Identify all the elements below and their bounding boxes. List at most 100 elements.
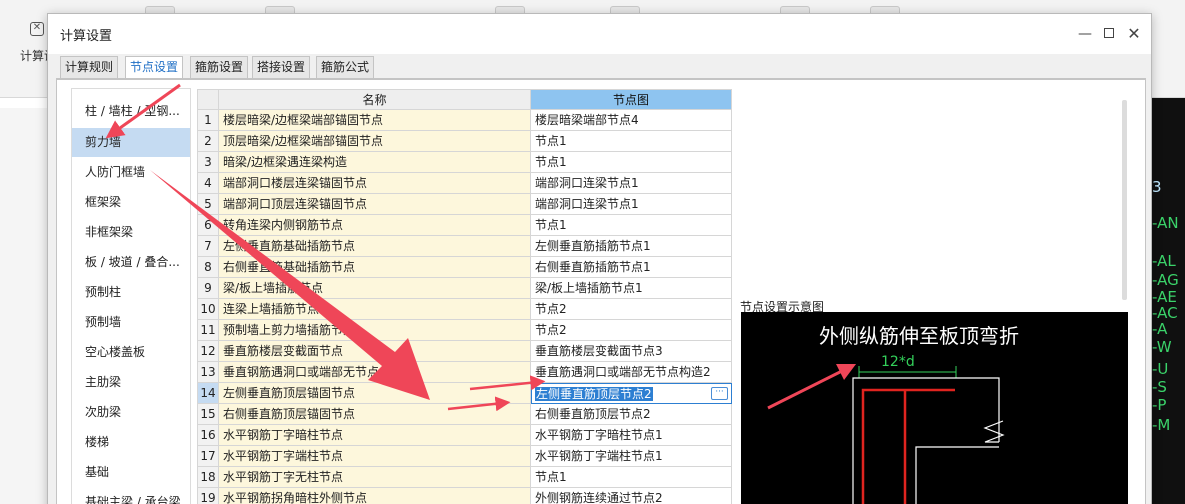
category-precast-wall[interactable]: 预制墙 [72,308,190,337]
row-index[interactable]: 10 [197,299,219,320]
row-index[interactable]: 16 [197,425,219,446]
table-row[interactable]: 13 垂直钢筋遇洞口或端部无节点 垂直筋遇洞口或端部无节点构造2 [197,362,733,383]
row-node-cell[interactable]: 节点1 [531,131,732,152]
table-row[interactable]: 15 右侧垂直筋顶层锚固节点 右侧垂直筋顶层节点2 [197,404,733,425]
row-index[interactable]: 2 [197,131,219,152]
row-node-cell[interactable]: 节点1 [531,215,732,236]
row-node-cell[interactable]: 右侧垂直筋顶层节点2 [531,404,732,425]
minimize-button[interactable]: — [1073,22,1097,46]
row-index[interactable]: 14 [197,383,219,404]
node-value-selected[interactable]: 左侧垂直筋顶层节点2 [535,387,653,401]
row-index[interactable]: 7 [197,236,219,257]
row-node-cell[interactable]: 垂直筋楼层变截面节点3 [531,341,732,362]
table-row[interactable]: 18 水平钢筋丁字无柱节点 节点1 [197,467,733,488]
row-name-cell[interactable]: 端部洞口楼层连梁锚固节点 [219,173,531,194]
table-row[interactable]: 4 端部洞口楼层连梁锚固节点 端部洞口连梁节点1 [197,173,733,194]
table-row[interactable]: 5 端部洞口顶层连梁锚固节点 端部洞口连梁节点1 [197,194,733,215]
table-row[interactable]: 11 预制墙上剪力墙插筋节点 节点2 [197,320,733,341]
category-civil-defense-door-wall[interactable]: 人防门框墙 [72,158,190,187]
table-row[interactable]: 12 垂直筋楼层变截面节点 垂直筋楼层变截面节点3 [197,341,733,362]
row-index[interactable]: 13 [197,362,219,383]
category-slab[interactable]: 板 / 坡道 / 叠合... [72,248,190,277]
table-row[interactable]: 19 水平钢筋拐角暗柱外侧节点 外侧钢筋连续通过节点2 [197,488,733,504]
row-name-cell[interactable]: 暗梁/边框梁遇连梁构造 [219,152,531,173]
table-row[interactable]: 7 左侧垂直筋基础插筋节点 左侧垂直筋插筋节点1 [197,236,733,257]
table-scrollbar[interactable] [1122,100,1127,300]
row-node-cell[interactable]: 节点2 [531,299,732,320]
node-picker-button[interactable]: ··· [711,387,728,400]
category-foundation-beam[interactable]: 基础主梁 / 承台梁 [72,488,190,504]
row-index[interactable]: 12 [197,341,219,362]
table-row[interactable]: 14 左侧垂直筋顶层锚固节点 左侧垂直筋顶层节点2 ··· [197,383,733,404]
category-secondary-rib-beam[interactable]: 次肋梁 [72,398,190,427]
row-node-cell[interactable]: 节点1 [531,152,732,173]
table-row[interactable]: 6 转角连梁内侧钢筋节点 节点1 [197,215,733,236]
category-main-rib-beam[interactable]: 主肋梁 [72,368,190,397]
table-row[interactable]: 3 暗梁/边框梁遇连梁构造 节点1 [197,152,733,173]
row-name-cell[interactable]: 水平钢筋拐角暗柱外侧节点 [219,488,531,504]
row-name-cell[interactable]: 垂直筋楼层变截面节点 [219,341,531,362]
category-shear-wall[interactable]: 剪力墙 [72,128,190,157]
row-name-cell[interactable]: 水平钢筋丁字无柱节点 [219,467,531,488]
tab-lap-settings[interactable]: 搭接设置 [252,56,311,79]
header-name[interactable]: 名称 [219,89,531,110]
row-index[interactable]: 19 [197,488,219,504]
category-non-frame-beam[interactable]: 非框架梁 [72,218,190,247]
tab-stirrup-formula[interactable]: 箍筋公式 [316,56,375,79]
row-node-cell[interactable]: 节点1 [531,467,732,488]
row-name-cell[interactable]: 左侧垂直筋顶层锚固节点 [219,383,531,404]
row-index[interactable]: 15 [197,404,219,425]
row-node-cell[interactable]: 左侧垂直筋顶层节点2 ··· [531,383,732,404]
table-row[interactable]: 8 右侧垂直筋基础插筋节点 右侧垂直筋插筋节点1 [197,257,733,278]
table-row[interactable]: 2 顶层暗梁/边框梁端部锚固节点 节点1 [197,131,733,152]
row-name-cell[interactable]: 垂直钢筋遇洞口或端部无节点 [219,362,531,383]
row-index[interactable]: 4 [197,173,219,194]
row-node-cell[interactable]: 左侧垂直筋插筋节点1 [531,236,732,257]
row-name-cell[interactable]: 端部洞口顶层连梁锚固节点 [219,194,531,215]
row-name-cell[interactable]: 梁/板上墙插筋节点 [219,278,531,299]
row-index[interactable]: 6 [197,215,219,236]
maximize-button[interactable] [1097,22,1121,46]
row-index[interactable]: 1 [197,110,219,131]
close-button[interactable]: ✕ [1122,22,1146,46]
table-row[interactable]: 1 楼层暗梁/边框梁端部锚固节点 楼层暗梁端部节点4 [197,110,733,131]
table-row[interactable]: 10 连梁上墙插筋节点 节点2 [197,299,733,320]
row-name-cell[interactable]: 右侧垂直筋基础插筋节点 [219,257,531,278]
calc-settings-icon[interactable]: ✕ [30,22,44,36]
row-node-cell[interactable]: 外侧钢筋连续通过节点2 [531,488,732,504]
row-node-cell[interactable]: 垂直筋遇洞口或端部无节点构造2 [531,362,732,383]
row-node-cell[interactable]: 节点2 [531,320,732,341]
header-node-diagram[interactable]: 节点图 [531,89,732,110]
row-node-cell[interactable]: 端部洞口连梁节点1 [531,173,732,194]
row-name-cell[interactable]: 顶层暗梁/边框梁端部锚固节点 [219,131,531,152]
row-index[interactable]: 18 [197,467,219,488]
row-name-cell[interactable]: 左侧垂直筋基础插筋节点 [219,236,531,257]
row-index[interactable]: 3 [197,152,219,173]
row-index[interactable]: 9 [197,278,219,299]
row-index[interactable]: 17 [197,446,219,467]
tab-stirrup-settings[interactable]: 箍筋设置 [190,56,249,79]
row-index[interactable]: 11 [197,320,219,341]
category-precast-column[interactable]: 预制柱 [72,278,190,307]
table-row[interactable]: 16 水平钢筋丁字暗柱节点 水平钢筋丁字暗柱节点1 [197,425,733,446]
tab-calc-rules[interactable]: 计算规则 [60,56,119,79]
tab-node-settings[interactable]: 节点设置 [125,56,184,80]
row-node-cell[interactable]: 楼层暗梁端部节点4 [531,110,732,131]
row-index[interactable]: 5 [197,194,219,215]
dialog-titlebar[interactable]: 计算设置 — ✕ [48,14,1151,54]
category-hollow-floor-slab[interactable]: 空心楼盖板 [72,338,190,367]
row-index[interactable]: 8 [197,257,219,278]
row-node-cell[interactable]: 水平钢筋丁字暗柱节点1 [531,425,732,446]
row-name-cell[interactable]: 楼层暗梁/边框梁端部锚固节点 [219,110,531,131]
category-foundation[interactable]: 基础 [72,458,190,487]
row-name-cell[interactable]: 预制墙上剪力墙插筋节点 [219,320,531,341]
row-node-cell[interactable]: 右侧垂直筋插筋节点1 [531,257,732,278]
category-stair[interactable]: 楼梯 [72,428,190,457]
row-node-cell[interactable]: 端部洞口连梁节点1 [531,194,732,215]
row-node-cell[interactable]: 水平钢筋丁字端柱节点1 [531,446,732,467]
category-column[interactable]: 柱 / 墙柱 / 型钢... [72,97,190,126]
table-row[interactable]: 9 梁/板上墙插筋节点 梁/板上墙插筋节点1 [197,278,733,299]
row-node-cell[interactable]: 梁/板上墙插筋节点1 [531,278,732,299]
row-name-cell[interactable]: 右侧垂直筋顶层锚固节点 [219,404,531,425]
table-row[interactable]: 17 水平钢筋丁字端柱节点 水平钢筋丁字端柱节点1 [197,446,733,467]
